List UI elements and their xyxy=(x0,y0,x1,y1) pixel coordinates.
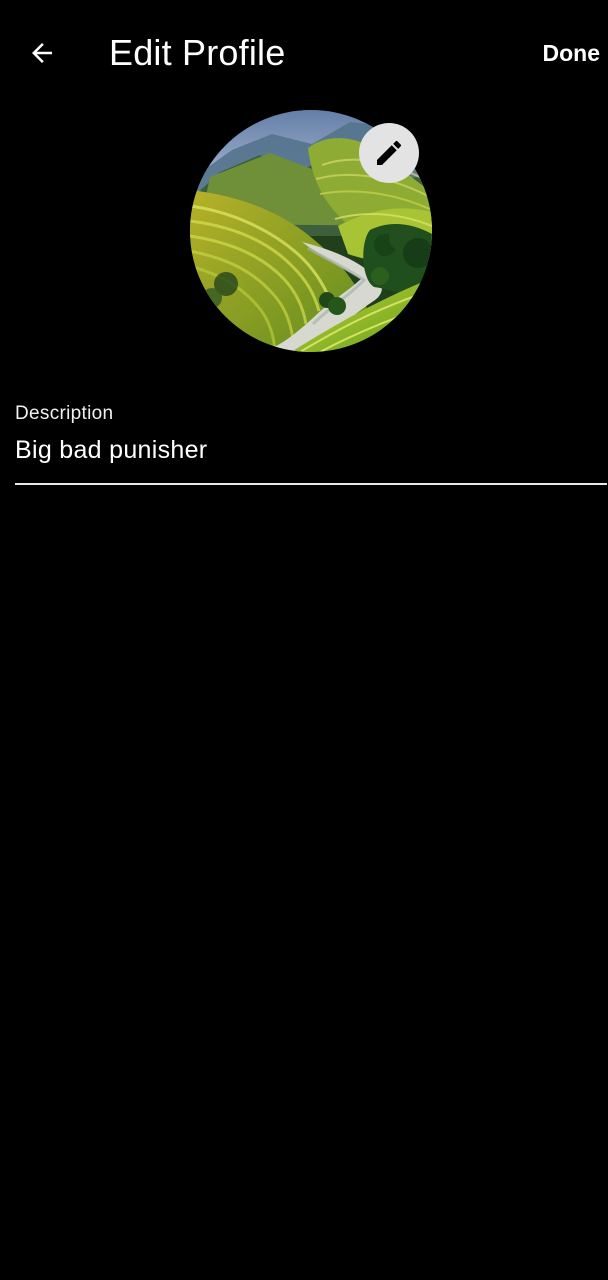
description-field: Description xyxy=(15,398,607,486)
app-bar: Edit Profile Done xyxy=(0,0,608,106)
done-button[interactable]: Done xyxy=(543,36,601,70)
description-label: Description xyxy=(15,403,114,424)
page-title: Edit Profile xyxy=(109,32,286,73)
pencil-icon xyxy=(373,137,405,169)
description-input[interactable] xyxy=(15,432,607,468)
avatar-container xyxy=(190,110,432,352)
description-underline xyxy=(15,483,607,485)
edit-avatar-button[interactable] xyxy=(359,123,419,183)
back-button[interactable] xyxy=(14,25,70,81)
arrow-left-icon xyxy=(27,38,57,68)
